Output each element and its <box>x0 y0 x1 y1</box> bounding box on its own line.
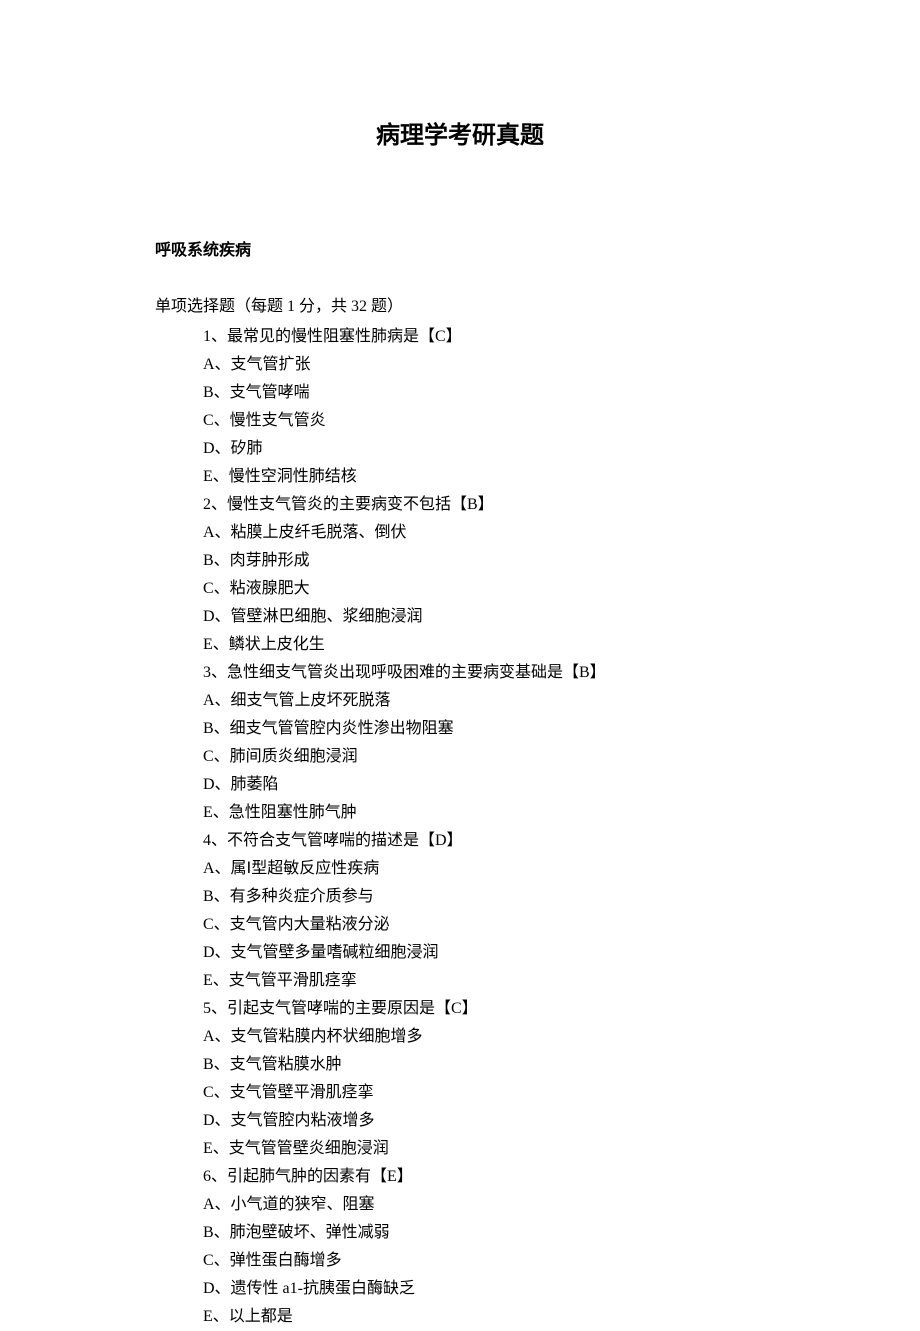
question-option: E、急性阻塞性肺气肿 <box>203 799 765 827</box>
question-option: C、弹性蛋白酶增多 <box>203 1247 765 1275</box>
question-option: A、属Ⅰ型超敏反应性疾病 <box>203 855 765 883</box>
question-option: C、慢性支气管炎 <box>203 407 765 435</box>
question-option: B、肺泡壁破坏、弹性减弱 <box>203 1219 765 1247</box>
question-option: B、细支气管管腔内炎性渗出物阻塞 <box>203 715 765 743</box>
question-option: D、管壁淋巴细胞、浆细胞浸润 <box>203 603 765 631</box>
question-stem: 2、慢性支气管炎的主要病变不包括【B】 <box>203 491 765 519</box>
page-title: 病理学考研真题 <box>155 115 765 157</box>
question-option: E、以上都是 <box>203 1303 765 1331</box>
questions-container: 1、最常见的慢性阻塞性肺病是【C】 A、支气管扩张 B、支气管哮喘 C、慢性支气… <box>155 323 765 1331</box>
question-option: D、支气管壁多量嗜碱粒细胞浸润 <box>203 939 765 967</box>
question-stem: 3、急性细支气管炎出现呼吸困难的主要病变基础是【B】 <box>203 659 765 687</box>
question-option: D、支气管腔内粘液增多 <box>203 1107 765 1135</box>
question-option: E、鳞状上皮化生 <box>203 631 765 659</box>
question-option: E、支气管平滑肌痉挛 <box>203 967 765 995</box>
question-option: B、支气管哮喘 <box>203 379 765 407</box>
question-option: E、慢性空洞性肺结核 <box>203 463 765 491</box>
question-option: A、小气道的狭窄、阻塞 <box>203 1191 765 1219</box>
question-stem: 4、不符合支气管哮喘的描述是【D】 <box>203 827 765 855</box>
question-option: C、支气管壁平滑肌痉挛 <box>203 1079 765 1107</box>
question-option: C、粘液腺肥大 <box>203 575 765 603</box>
section-heading: 呼吸系统疾病 <box>155 237 765 265</box>
question-option: B、肉芽肿形成 <box>203 547 765 575</box>
question-option: D、肺萎陷 <box>203 771 765 799</box>
question-option: D、矽肺 <box>203 435 765 463</box>
question-option: C、肺间质炎细胞浸润 <box>203 743 765 771</box>
question-intro: 单项选择题（每题 1 分，共 32 题） <box>155 293 765 321</box>
question-option: C、支气管内大量粘液分泌 <box>203 911 765 939</box>
question-option: A、细支气管上皮坏死脱落 <box>203 687 765 715</box>
question-option: A、支气管粘膜内杯状细胞增多 <box>203 1023 765 1051</box>
question-option: E、支气管管壁炎细胞浸润 <box>203 1135 765 1163</box>
question-option: A、粘膜上皮纤毛脱落、倒伏 <box>203 519 765 547</box>
question-option: B、有多种炎症介质参与 <box>203 883 765 911</box>
question-option: A、支气管扩张 <box>203 351 765 379</box>
question-stem: 5、引起支气管哮喘的主要原因是【C】 <box>203 995 765 1023</box>
question-option: B、支气管粘膜水肿 <box>203 1051 765 1079</box>
question-stem: 6、引起肺气肿的因素有【E】 <box>203 1163 765 1191</box>
question-stem: 1、最常见的慢性阻塞性肺病是【C】 <box>203 323 765 351</box>
question-option: D、遗传性 a1-抗胰蛋白酶缺乏 <box>203 1275 765 1303</box>
